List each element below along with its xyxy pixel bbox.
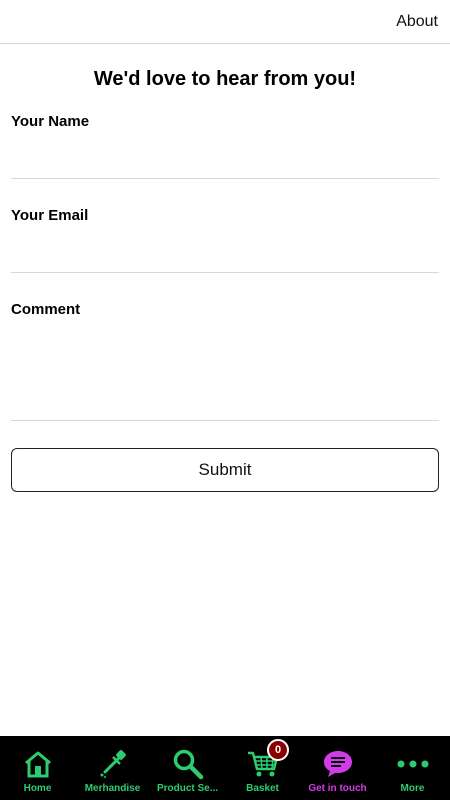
page-title: We'd love to hear from you! — [93, 68, 357, 90]
tab-product-search-label: Product Se... — [156, 783, 219, 794]
tab-basket[interactable]: 0 Basket — [225, 736, 300, 800]
name-input[interactable] — [11, 133, 439, 179]
search-icon — [171, 748, 205, 780]
dropper-icon — [96, 748, 130, 780]
comment-field-group: Comment — [11, 301, 439, 421]
name-field-group: Your Name — [11, 113, 439, 179]
chat-icon — [321, 748, 355, 780]
tab-more[interactable]: More — [375, 736, 450, 800]
top-bar: About — [0, 0, 450, 44]
email-field-group: Your Email — [11, 207, 439, 273]
email-label: Your Email — [11, 207, 89, 224]
tab-home[interactable]: Home — [0, 736, 75, 800]
home-icon — [21, 748, 55, 780]
tab-merhandise-label: Merhandise — [84, 783, 141, 794]
submit-button[interactable]: Submit — [11, 448, 439, 492]
basket-count-badge: 0 — [267, 739, 289, 761]
bottom-tab-bar: Home Merhandise Product Se... 0 Basket G… — [0, 736, 450, 800]
tab-get-in-touch-label: Get in touch — [308, 783, 367, 794]
tab-get-in-touch[interactable]: Get in touch — [300, 736, 375, 800]
email-input[interactable] — [11, 227, 439, 273]
contact-form: Your Name Your Email Comment — [0, 113, 450, 421]
name-label: Your Name — [11, 113, 90, 130]
tab-home-label: Home — [23, 783, 52, 794]
tab-merhandise[interactable]: Merhandise — [75, 736, 150, 800]
tab-product-search[interactable]: Product Se... — [150, 736, 225, 800]
about-link[interactable]: About — [396, 13, 438, 31]
more-icon — [396, 748, 430, 780]
comment-textarea[interactable] — [11, 327, 439, 421]
tab-basket-label: Basket — [246, 783, 279, 794]
comment-label: Comment — [11, 301, 81, 318]
tab-more-label: More — [400, 783, 425, 794]
